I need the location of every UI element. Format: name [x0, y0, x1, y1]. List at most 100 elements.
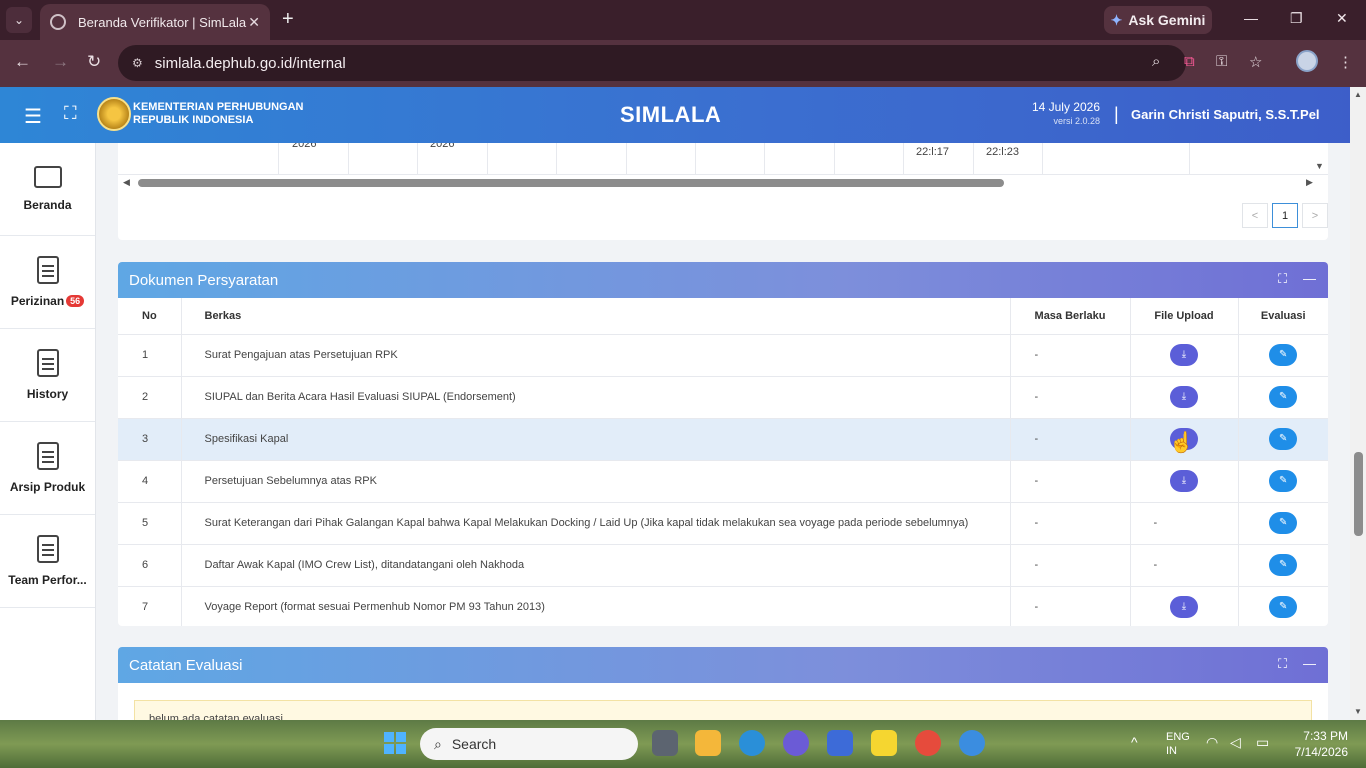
evaluate-button[interactable]: ✎ — [1269, 512, 1298, 534]
show-hidden-icons-icon[interactable]: ^ — [1131, 734, 1138, 750]
browser-toolbar: ← → ↻ ⚙ simlala.dephub.go.id/internal ⌕ … — [0, 40, 1366, 87]
new-tab-button[interactable]: + — [282, 8, 294, 31]
sidebar-item-perizinan[interactable]: Perizinan 56 — [0, 236, 95, 329]
minimize-button[interactable]: — — [1244, 10, 1258, 26]
language-indicator[interactable]: ENG IN — [1166, 730, 1190, 758]
row-number: 3 — [118, 418, 182, 461]
table-row: 4 Persetujuan Sebelumnya atas RPK - ⤓ ✎ — [118, 460, 1328, 503]
table-row: 3 Spesifikasi Kapal - ⤓ ✎ — [118, 418, 1328, 461]
table-row: 1 Surat Pengajuan atas Persetujuan RPK -… — [118, 334, 1328, 377]
sidebar-item-team-performance[interactable]: Team Perfor... — [0, 515, 95, 608]
download-button[interactable]: ⤓ — [1170, 386, 1198, 408]
row-masa-berlaku: - — [1010, 376, 1131, 419]
document-icon — [36, 256, 59, 284]
scroll-left-arrow-icon[interactable]: ◀ — [123, 177, 130, 188]
scroll-down-arrow-icon[interactable]: ▼ — [1354, 707, 1362, 716]
sidebar: Beranda Perizinan 56 History Arsip Produk… — [0, 143, 96, 720]
close-window-button[interactable]: ✕ — [1336, 10, 1348, 27]
chrome-icon[interactable] — [915, 730, 941, 756]
hamburger-menu-icon[interactable]: ☰ — [24, 104, 42, 129]
sidebar-item-text: Perizinan — [10, 294, 65, 308]
evaluate-button[interactable]: ✎ — [1269, 428, 1298, 450]
evaluate-button[interactable]: ✎ — [1269, 344, 1298, 366]
catatan-evaluasi-card: Catatan Evaluasi ⛶ — belum ada catatan e… — [118, 647, 1328, 720]
horizontal-scroll-thumb[interactable] — [138, 179, 1004, 187]
tab-search-chevron-icon[interactable]: ⌄ — [6, 7, 32, 33]
browser-tab[interactable]: Beranda Verifikator | SimLala ✕ — [40, 4, 270, 40]
back-icon[interactable]: ← — [14, 52, 31, 72]
row-masa-berlaku: - — [1010, 544, 1131, 587]
evaluate-button[interactable]: ✎ — [1269, 554, 1298, 576]
sidebar-item-beranda[interactable]: Beranda — [0, 143, 95, 236]
row-masa-berlaku: - — [1010, 418, 1131, 461]
zoom-search-icon[interactable]: ⌕ — [1152, 53, 1160, 70]
row-number: 2 — [118, 376, 182, 419]
system-clock[interactable]: 7:33 PM 7/14/2026 — [1295, 728, 1348, 760]
collapse-icon[interactable]: — — [1303, 656, 1316, 671]
address-bar[interactable]: ⚙ simlala.dephub.go.id/internal — [118, 45, 1186, 81]
download-button[interactable]: ⤓ — [1170, 470, 1198, 492]
ask-gemini-button[interactable]: ✦ Ask Gemini — [1104, 6, 1212, 34]
table-cell: 2026 — [292, 143, 317, 150]
maximize-button[interactable]: ❐ — [1290, 10, 1303, 27]
site-info-icon[interactable]: ⚙ — [132, 56, 143, 70]
wifi-icon[interactable]: ◠ — [1206, 734, 1218, 751]
expand-icon[interactable]: ⛶ — [1278, 271, 1287, 287]
reload-icon[interactable]: ↻ — [87, 52, 101, 72]
evaluasi-cell: ✎ — [1238, 460, 1328, 503]
taskbar-search[interactable]: ⌕ Search — [420, 728, 638, 760]
forward-icon[interactable]: → — [52, 52, 69, 72]
volume-icon[interactable]: ◁ — [1230, 734, 1241, 751]
row-berkas: Surat Pengajuan atas Persetujuan RPK — [181, 334, 1011, 377]
pagination-page-button[interactable]: 1 — [1272, 203, 1298, 228]
page-scroll-thumb[interactable] — [1354, 452, 1363, 536]
page-scrollbar[interactable]: ▲ ▼ — [1350, 87, 1366, 720]
user-name[interactable]: Garin Christi Saputri, S.S.T.Pel — [1131, 107, 1320, 122]
evaluate-button[interactable]: ✎ — [1269, 470, 1298, 492]
scroll-down-arrow-icon[interactable]: ▼ — [1315, 161, 1324, 171]
header-date: 14 July 2026 — [1031, 100, 1100, 114]
evaluate-button[interactable]: ✎ — [1269, 386, 1298, 408]
tab-close-icon[interactable]: ✕ — [248, 14, 260, 31]
file-cell: ⤓ — [1130, 334, 1239, 377]
browser-menu-icon[interactable]: ⋮ — [1338, 53, 1353, 71]
file-explorer-icon[interactable] — [695, 730, 721, 756]
card-header: Catatan Evaluasi ⛶ — — [118, 647, 1328, 683]
evaluasi-cell: ✎ — [1238, 334, 1328, 377]
download-button[interactable]: ⤓ — [1170, 344, 1198, 366]
ministry-name: KEMENTERIAN PERHUBUNGAN REPUBLIK INDONES… — [133, 101, 304, 127]
sticky-notes-icon[interactable] — [871, 730, 897, 756]
bookmark-star-icon[interactable]: ☆ — [1249, 53, 1262, 71]
pagination-next-button[interactable]: > — [1302, 203, 1328, 228]
sidebar-item-history[interactable]: History — [0, 329, 95, 422]
scroll-right-arrow-icon[interactable]: ▶ — [1306, 177, 1313, 188]
expand-icon[interactable]: ⛶ — [1278, 656, 1287, 672]
edge-browser-icon[interactable] — [739, 730, 765, 756]
row-number: 4 — [118, 460, 182, 503]
pagination: < 1 > — [1242, 203, 1328, 228]
scroll-up-arrow-icon[interactable]: ▲ — [1354, 90, 1362, 99]
row-number: 6 — [118, 544, 182, 587]
file-cell: ⤓ — [1130, 586, 1239, 626]
horizontal-scrollbar[interactable]: ◀ ▶ — [123, 177, 1313, 188]
app-icon[interactable] — [827, 730, 853, 756]
install-app-icon[interactable]: ⧉ — [1184, 53, 1195, 70]
dokumen-persyaratan-card: Dokumen Persyaratan ⛶ — No Berkas Masa B… — [118, 262, 1328, 626]
sidebar-item-arsip-produk[interactable]: Arsip Produk — [0, 422, 95, 515]
column-header-no: No — [118, 298, 182, 335]
taskbar-search-placeholder: Search — [451, 736, 497, 752]
battery-icon[interactable]: ▭ — [1256, 734, 1269, 751]
profile-avatar[interactable] — [1296, 50, 1318, 72]
task-view-icon[interactable] — [652, 730, 678, 756]
pagination-prev-button[interactable]: < — [1242, 203, 1268, 228]
password-key-icon[interactable]: ⚿ — [1216, 53, 1227, 70]
windows-start-icon[interactable] — [384, 732, 406, 754]
tab-title: Beranda Verifikator | SimLala — [78, 14, 247, 30]
fullscreen-icon[interactable]: ⛶ — [64, 103, 77, 124]
collapse-icon[interactable]: — — [1303, 271, 1316, 286]
table-cell: 2026 — [430, 143, 455, 150]
evaluate-button[interactable]: ✎ — [1269, 596, 1298, 618]
app-icon[interactable] — [783, 730, 809, 756]
download-button[interactable]: ⤓ — [1170, 596, 1198, 618]
chrome-profile-icon[interactable] — [959, 730, 985, 756]
